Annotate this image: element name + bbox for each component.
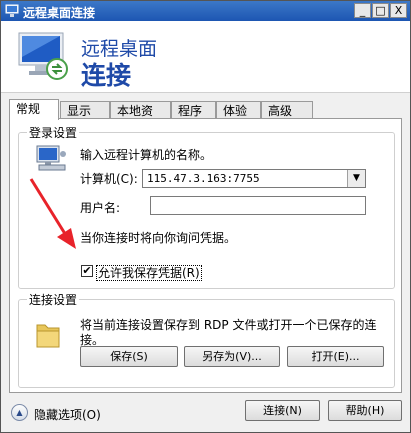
chevron-up-icon[interactable]: ▲: [11, 404, 28, 421]
allow-save-credentials-label[interactable]: 允许我保存凭据(R): [96, 264, 202, 281]
connection-settings-group: 连接设置: [18, 291, 395, 388]
tab-general[interactable]: 常规: [9, 99, 59, 120]
window-title: 远程桌面连接: [23, 6, 96, 20]
save-button[interactable]: 保存(S): [80, 346, 178, 367]
remote-desktop-logo-icon: [18, 32, 68, 80]
maximize-button[interactable]: □: [372, 3, 389, 18]
login-settings-legend: 登录设置: [29, 126, 78, 140]
computer-icon: [36, 145, 66, 171]
connection-desc-line1: 将当前连接设置保存到 RDP 文件或打开一个已保存的连: [80, 318, 377, 332]
computer-label: 计算机(C):: [80, 172, 138, 186]
folder-icon: [36, 324, 60, 348]
close-button[interactable]: X: [390, 3, 407, 18]
tab-programs[interactable]: 程序: [171, 101, 216, 119]
connect-button[interactable]: 连接(N): [245, 400, 320, 421]
tab-local-resources[interactable]: 本地资源: [110, 101, 171, 136]
rdp-window: 远程桌面连接 _ □ X 远程桌面 连接 常规 显示 本地资源 程序 体验 高级…: [0, 0, 411, 433]
minimize-button[interactable]: _: [354, 3, 371, 18]
username-input[interactable]: [150, 196, 366, 215]
remote-desktop-icon: [5, 4, 19, 17]
tab-experience[interactable]: 体验: [216, 101, 261, 119]
chevron-down-icon[interactable]: ▼: [347, 170, 365, 187]
tab-advanced[interactable]: 高级: [261, 101, 313, 119]
computer-value: 115.47.3.163:7755: [147, 172, 260, 185]
hide-options-label[interactable]: 隐藏选项(O): [34, 406, 101, 423]
annotation-arrow-icon: [29, 178, 76, 249]
header-banner: 远程桌面 连接: [1, 21, 410, 93]
computer-combobox[interactable]: 115.47.3.163:7755 ▼: [142, 169, 366, 188]
connection-settings-legend: 连接设置: [29, 293, 78, 307]
title-bar[interactable]: 远程桌面连接 _ □ X: [1, 1, 410, 21]
tab-display[interactable]: 显示: [60, 101, 110, 119]
header-title-line2: 连接: [81, 61, 132, 90]
open-button[interactable]: 打开(E)...: [287, 346, 384, 367]
save-as-button[interactable]: 另存为(V)...: [184, 346, 280, 367]
help-button[interactable]: 帮助(H): [328, 400, 402, 421]
username-label: 用户名:: [80, 201, 121, 215]
allow-save-credentials-checkbox[interactable]: ✔: [81, 265, 93, 277]
credentials-info: 当你连接时将向你询问凭据。: [80, 231, 237, 245]
computer-name-prompt: 输入远程计算机的名称。: [80, 148, 213, 162]
